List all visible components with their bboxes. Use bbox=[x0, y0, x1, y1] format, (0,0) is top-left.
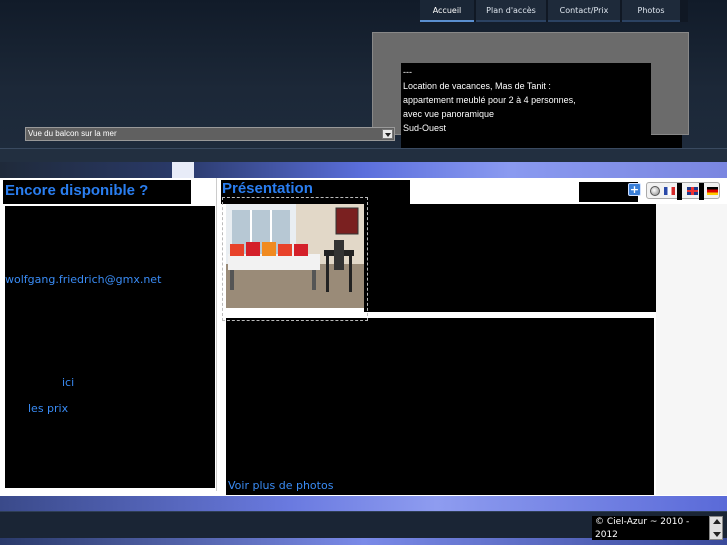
apartment-photo[interactable] bbox=[226, 204, 364, 308]
decorative-band-highlight bbox=[172, 162, 194, 178]
availability-box bbox=[5, 206, 215, 488]
flag-fr-icon[interactable] bbox=[664, 187, 675, 195]
flag-en-icon[interactable] bbox=[687, 187, 698, 195]
photo-select[interactable]: Vue du balcon sur la mer bbox=[25, 127, 395, 141]
nav-photos[interactable]: Photos bbox=[622, 0, 680, 22]
availability-heading: Encore disponible ? bbox=[3, 180, 191, 204]
intro-line: Location de vacances, Mas de Tanit : bbox=[403, 81, 551, 91]
intro-title-strip bbox=[401, 135, 682, 148]
copyright-text: © Ciel-Azur ~ 2010 - 2012 bbox=[592, 516, 709, 540]
nav-contact-prix[interactable]: Contact/Prix bbox=[548, 0, 620, 22]
photo-select-value: Vue du balcon sur la mer bbox=[28, 129, 117, 138]
here-link[interactable]: ici bbox=[62, 376, 74, 389]
prices-link[interactable]: les prix bbox=[28, 402, 68, 415]
chevron-down-icon[interactable] bbox=[382, 129, 393, 139]
globe-icon[interactable] bbox=[650, 186, 660, 196]
more-photos-link[interactable]: Voir plus de photos bbox=[228, 479, 333, 492]
nav-accueil[interactable]: Accueil bbox=[420, 0, 474, 22]
email-link[interactable]: wolfgang.friedrich@gmx.net bbox=[5, 273, 161, 286]
intro-line: appartement meublé pour 2 à 4 personnes, bbox=[403, 95, 576, 105]
flag-de-icon[interactable] bbox=[707, 187, 718, 195]
plus-icon[interactable]: + bbox=[628, 183, 641, 196]
presentation-heading-text: Présentation bbox=[222, 180, 313, 197]
intro-line: --- bbox=[403, 67, 412, 77]
presentation-text-box bbox=[364, 204, 656, 312]
living-room-image bbox=[226, 204, 364, 308]
header-divider bbox=[0, 148, 727, 162]
flag-separator bbox=[699, 183, 704, 200]
scroll-up-icon[interactable] bbox=[713, 519, 721, 524]
intro-line: avec vue panoramique bbox=[403, 109, 495, 119]
presentation-body-box bbox=[226, 318, 654, 495]
intro-line: Sud-Ouest bbox=[403, 123, 447, 133]
copyright-scrollbar[interactable] bbox=[709, 516, 723, 540]
right-margin bbox=[656, 204, 727, 495]
nav-plan-acces[interactable]: Plan d'accès bbox=[476, 0, 546, 22]
language-switcher bbox=[646, 182, 720, 200]
flag-separator bbox=[677, 183, 682, 200]
scroll-down-icon[interactable] bbox=[713, 532, 721, 537]
main-nav: Accueil Plan d'accès Contact/Prix Photos bbox=[420, 0, 688, 22]
decorative-band bbox=[0, 162, 727, 178]
decorative-band-bottom bbox=[0, 496, 727, 511]
